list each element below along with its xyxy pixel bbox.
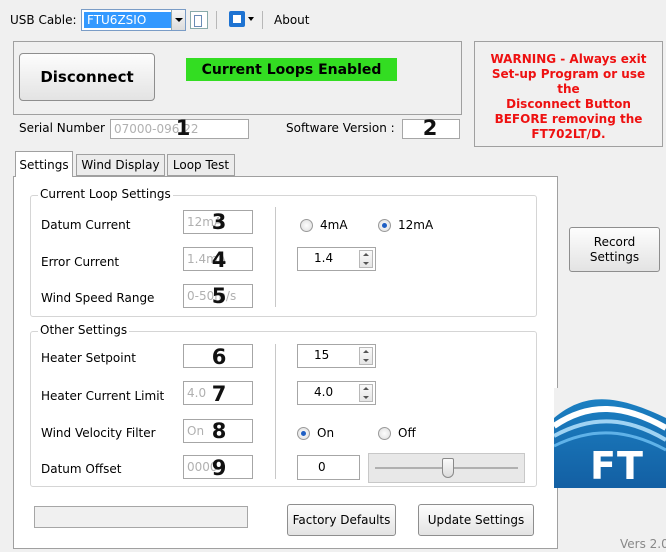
datum-offset-input[interactable]: 0 (297, 455, 360, 480)
status-badge: Current Loops Enabled (186, 58, 397, 81)
callout-marker: 9 (211, 456, 227, 480)
logo-text: FT (590, 444, 644, 488)
version-label: Vers 2.0 (620, 537, 666, 551)
wind-velocity-filter-label: Wind Velocity Filter (41, 426, 156, 440)
software-version-label: Software Version : (286, 121, 395, 135)
datum-current-label: Datum Current (41, 218, 131, 232)
callout-marker: 4 (211, 248, 227, 272)
warning-line: Set-up Program or use the (491, 67, 646, 96)
slider-thumb[interactable] (442, 458, 454, 478)
divider (275, 344, 276, 479)
wind-speed-range-label: Wind Speed Range (41, 291, 155, 305)
radio-12ma[interactable] (378, 219, 391, 232)
radio-4ma[interactable] (300, 219, 313, 232)
datum-offset-label: Datum Offset (41, 462, 122, 476)
stepper-arrows-icon[interactable] (359, 347, 373, 365)
tab-wind-display[interactable]: Wind Display (76, 154, 165, 176)
warning-line: WARNING - Always exit (490, 52, 647, 66)
stepper-value: 4.0 (314, 385, 334, 399)
progress-bar (34, 506, 248, 528)
datum-offset-slider[interactable] (368, 453, 525, 483)
callout-marker: 2 (422, 116, 438, 140)
warning-panel: WARNING - Always exit Set-up Program or … (474, 41, 663, 147)
callout-marker: 3 (211, 210, 227, 234)
warning-line: BEFORE removing the (494, 112, 643, 126)
about-menu[interactable]: About (274, 13, 309, 27)
factory-defaults-button[interactable]: Factory Defaults (287, 504, 396, 536)
serial-number-label: Serial Number : (19, 121, 113, 135)
stepper-value: 1.4 (314, 251, 334, 265)
stepper-arrows-icon[interactable] (359, 250, 373, 268)
tab-settings[interactable]: Settings (15, 151, 73, 177)
heater-setpoint-label: Heater Setpoint (41, 351, 136, 365)
group-title: Current Loop Settings (38, 187, 173, 201)
callout-marker: 6 (211, 345, 227, 369)
callout-marker: 8 (211, 419, 227, 443)
callout-marker: 7 (211, 382, 227, 406)
update-settings-button[interactable]: Update Settings (418, 504, 534, 536)
disconnect-button[interactable]: Disconnect (19, 53, 155, 101)
stepper-value: 15 (314, 348, 330, 362)
warning-line: Disconnect Button (506, 97, 631, 111)
stepper-arrows-icon[interactable] (359, 384, 373, 402)
callout-marker: 1 (175, 116, 191, 140)
radio-12ma-label[interactable]: 12mA (398, 218, 433, 232)
window-icon[interactable] (229, 11, 245, 27)
usb-device-value: FTU6ZSIO (84, 12, 172, 28)
record-settings-button[interactable]: Record Settings (569, 227, 660, 272)
heater-current-limit-label: Heater Current Limit (41, 389, 165, 403)
error-current-label: Error Current (41, 255, 120, 269)
tab-loop-test[interactable]: Loop Test (167, 154, 235, 176)
chevron-down-icon[interactable] (171, 10, 185, 30)
callout-marker: 5 (211, 284, 227, 308)
usb-cable-label: USB Cable: (10, 13, 77, 27)
divider (275, 207, 276, 307)
radio-filter-on-label[interactable]: On (317, 426, 334, 440)
toolbar-separator (216, 11, 217, 29)
usb-device-select[interactable]: FTU6ZSIO (81, 9, 186, 31)
radio-filter-off-label[interactable]: Off (398, 426, 416, 440)
heater-setpoint-stepper[interactable]: 15 (297, 344, 376, 368)
ft-logo: FT (554, 388, 666, 488)
heater-current-limit-stepper[interactable]: 4.0 (297, 381, 376, 405)
radio-filter-off[interactable] (378, 427, 391, 440)
group-title: Other Settings (38, 323, 130, 337)
document-icon[interactable] (190, 11, 208, 29)
error-current-stepper[interactable]: 1.4 (297, 247, 376, 271)
toolbar: USB Cable: FTU6ZSIO About (0, 0, 666, 36)
radio-4ma-label[interactable]: 4mA (320, 218, 348, 232)
toolbar-separator (262, 11, 263, 29)
warning-line: FT702LT/D. (531, 127, 606, 141)
chevron-down-icon[interactable] (248, 17, 254, 21)
radio-filter-on[interactable] (297, 427, 310, 440)
